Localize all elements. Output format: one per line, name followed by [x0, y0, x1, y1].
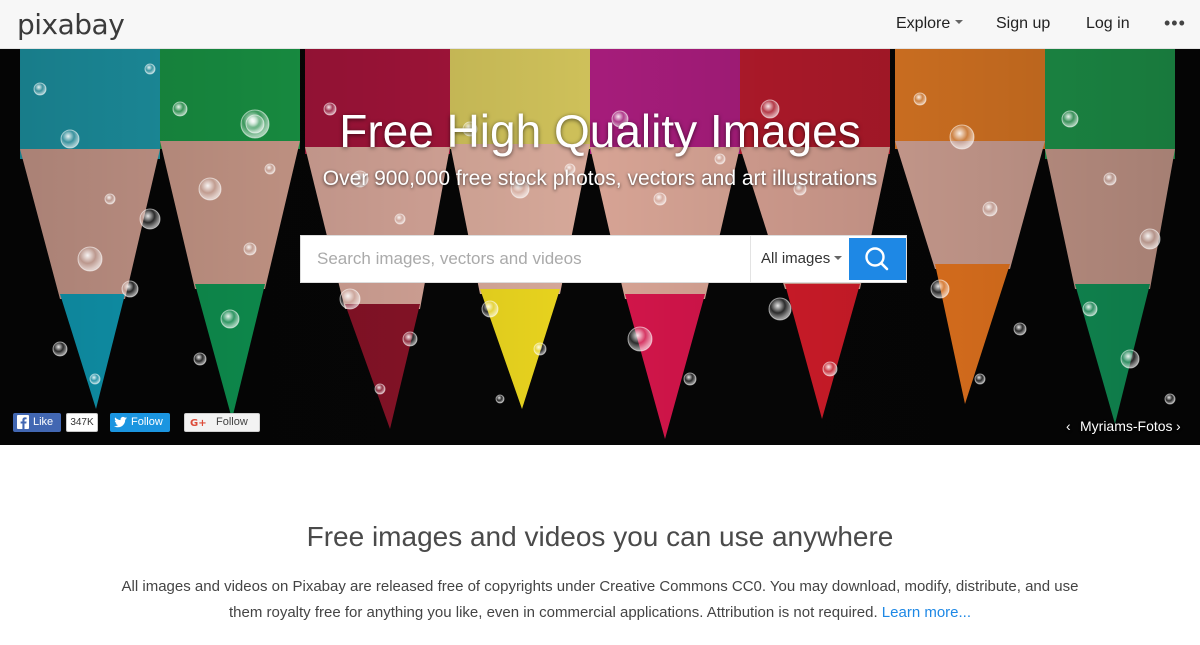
more-options-icon[interactable]: ••• — [1164, 13, 1186, 34]
pixabay-logo[interactable]: pixabay — [17, 8, 125, 41]
facebook-icon — [17, 415, 29, 429]
search-input[interactable] — [301, 236, 750, 282]
facebook-like-label: Like — [33, 416, 54, 428]
hero-subtitle: Over 900,000 free stock photos, vectors … — [322, 167, 878, 190]
chevron-down-icon — [834, 256, 843, 261]
section-description: All images and videos on Pixabay are rel… — [110, 574, 1090, 626]
hero-banner: Free High Quality Images Over 900,000 fr… — [0, 49, 1200, 445]
top-navigation-bar: pixabay Explore Sign up Log in ••• — [0, 0, 1200, 49]
twitter-follow-button[interactable]: Follow — [110, 413, 170, 432]
svg-text:G+: G+ — [190, 418, 207, 429]
google-plus-follow-label: Follow — [216, 416, 248, 428]
log-in-link[interactable]: Log in — [1086, 15, 1130, 33]
explore-menu[interactable]: Explore — [896, 15, 964, 33]
photographer-name-link[interactable]: Myriams-Fotos — [1080, 418, 1173, 434]
search-icon — [865, 247, 889, 271]
google-plus-icon: G+ — [190, 418, 207, 429]
facebook-like-count: 347K — [66, 413, 98, 432]
search-button[interactable] — [849, 238, 906, 280]
explore-label: Explore — [896, 15, 951, 32]
hero-title: Free High Quality Images — [339, 105, 861, 157]
search-bar: All images — [300, 235, 907, 283]
facebook-like-button[interactable]: Like — [13, 413, 61, 432]
media-type-dropdown[interactable]: All images — [750, 236, 849, 282]
section-headline: Free images and videos you can use anywh… — [306, 521, 894, 552]
google-plus-follow-button[interactable]: G+ Follow — [184, 413, 260, 432]
next-photo-arrow-icon[interactable]: › — [1176, 418, 1181, 434]
media-type-label: All images — [761, 250, 831, 267]
photo-credit: ‹ Myriams-Fotos › — [1064, 418, 1188, 438]
previous-photo-arrow-icon[interactable]: ‹ — [1066, 418, 1071, 434]
twitter-follow-label: Follow — [131, 416, 163, 428]
learn-more-link[interactable]: Learn more... — [882, 604, 971, 621]
sign-up-link[interactable]: Sign up — [996, 15, 1050, 33]
chevron-down-icon — [955, 19, 964, 24]
twitter-icon — [114, 416, 127, 428]
